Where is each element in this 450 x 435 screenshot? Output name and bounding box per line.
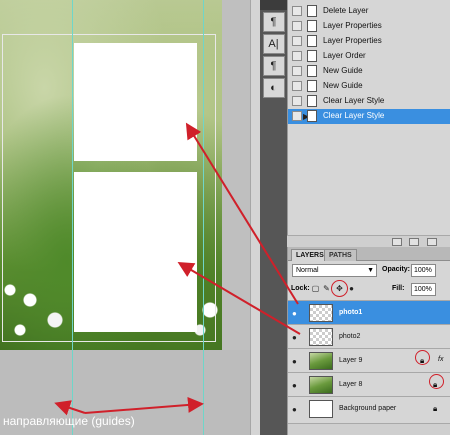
layer-lock-icon: 🔒︎ bbox=[433, 404, 438, 413]
layers-panel: LAYERS PATHS Normal ▼ Opacity: 100% Lock… bbox=[287, 247, 450, 435]
layers-panel-footer bbox=[288, 423, 450, 435]
history-panel: Delete Layer Layer Properties Layer Prop… bbox=[287, 0, 450, 235]
layer-thumbnail bbox=[309, 400, 333, 418]
eye-icon[interactable]: ● bbox=[292, 405, 297, 414]
history-item-label: New Guide bbox=[323, 66, 363, 75]
fill-label: Fill: bbox=[392, 285, 405, 292]
opacity-input[interactable]: 100% bbox=[411, 264, 436, 277]
history-item-label: Clear Layer Style bbox=[323, 111, 385, 120]
photo1-placeholder[interactable] bbox=[74, 43, 197, 161]
layer-row[interactable]: ● Layer 8 🔒︎ bbox=[288, 372, 450, 396]
snapshot-checkbox[interactable] bbox=[292, 21, 302, 31]
history-state-icon bbox=[307, 65, 317, 77]
document-canvas[interactable]: направляющие (guides) bbox=[0, 0, 250, 435]
annotation-circle-lock-position bbox=[331, 280, 348, 297]
history-item-active[interactable]: ▶ Clear Layer Style bbox=[288, 109, 450, 124]
snapshot-checkbox[interactable] bbox=[292, 36, 302, 46]
opacity-label: Opacity: bbox=[382, 266, 411, 273]
eye-icon[interactable]: ● bbox=[292, 309, 297, 318]
snapshot-checkbox[interactable] bbox=[292, 96, 302, 106]
history-item-label: Clear Layer Style bbox=[323, 96, 385, 105]
history-state-icon bbox=[307, 110, 317, 122]
history-item-label: Layer Order bbox=[323, 51, 366, 60]
history-state-icon bbox=[307, 95, 317, 107]
history-item[interactable]: Clear Layer Style bbox=[288, 94, 450, 109]
blend-mode-value: Normal bbox=[296, 267, 319, 274]
history-state-icon bbox=[307, 20, 317, 32]
eye-icon[interactable]: ● bbox=[292, 381, 297, 390]
vertical-scrollbar[interactable] bbox=[250, 0, 260, 435]
history-item-label: Layer Properties bbox=[323, 36, 382, 45]
delete-state-icon[interactable] bbox=[427, 238, 437, 246]
history-item[interactable]: New Guide bbox=[288, 79, 450, 94]
layer-row[interactable]: ● photo1 bbox=[288, 300, 450, 324]
snapshot-checkbox[interactable] bbox=[292, 6, 302, 16]
history-item[interactable]: Layer Order bbox=[288, 49, 450, 64]
history-item[interactable]: Layer Properties bbox=[288, 34, 450, 49]
layer-name: photo2 bbox=[339, 333, 361, 340]
snapshot-checkbox[interactable] bbox=[292, 81, 302, 91]
eye-icon[interactable]: ● bbox=[292, 333, 297, 342]
layer-thumbnail bbox=[309, 352, 333, 370]
photo2-placeholder[interactable] bbox=[74, 172, 197, 332]
history-state-icon bbox=[307, 50, 317, 62]
layer-name: Background paper bbox=[339, 405, 397, 412]
fill-input[interactable]: 100% bbox=[411, 283, 436, 296]
layer-thumbnail bbox=[309, 304, 333, 322]
guides-caption: направляющие (guides) bbox=[3, 414, 135, 428]
history-state-icon bbox=[307, 35, 317, 47]
snapshot-checkbox[interactable] bbox=[292, 66, 302, 76]
guide-line-right[interactable] bbox=[203, 0, 204, 435]
chevron-down-icon: ▼ bbox=[367, 267, 374, 274]
panel-dock-icons: ¶ A| ¶ ◐ bbox=[260, 0, 287, 435]
layer-name: Layer 9 bbox=[339, 357, 363, 364]
eye-icon[interactable]: ● bbox=[292, 357, 297, 366]
annotation-circle-layer9-lock bbox=[415, 350, 430, 365]
snapshot-checkbox[interactable] bbox=[292, 111, 302, 121]
layer-name: photo1 bbox=[339, 309, 363, 316]
history-item-label: New Guide bbox=[323, 81, 363, 90]
fx-icon[interactable]: fx bbox=[438, 356, 443, 363]
lock-label: Lock: bbox=[291, 285, 310, 292]
history-state-icon bbox=[307, 80, 317, 92]
lock-image-pixels-icon[interactable]: ✎ bbox=[322, 284, 331, 293]
history-state-icon bbox=[307, 5, 317, 17]
history-item[interactable]: New Guide bbox=[288, 64, 450, 79]
history-item-label: Layer Properties bbox=[323, 21, 382, 30]
guide-line-left[interactable] bbox=[72, 0, 73, 435]
history-item-label: Delete Layer bbox=[323, 6, 369, 15]
history-item[interactable]: Layer Properties bbox=[288, 19, 450, 34]
new-snapshot-icon[interactable] bbox=[409, 238, 419, 246]
layers-tabbar: LAYERS PATHS bbox=[288, 247, 450, 261]
layer-thumbnail bbox=[309, 328, 333, 346]
brush-icon[interactable]: ◐ bbox=[262, 78, 285, 98]
layer-row[interactable]: ● photo2 bbox=[288, 324, 450, 348]
dock-header bbox=[260, 0, 287, 10]
tab-paths[interactable]: PATHS bbox=[324, 249, 357, 261]
lock-transparency-icon[interactable]: ▢ bbox=[311, 284, 320, 293]
history-item[interactable]: Delete Layer bbox=[288, 4, 450, 19]
layer-name: Layer 8 bbox=[339, 381, 363, 388]
history-footer bbox=[287, 235, 450, 247]
paragraph-style-icon[interactable]: ¶ bbox=[262, 12, 285, 32]
layer-thumbnail bbox=[309, 376, 333, 394]
annotation-circle-layer8-lock bbox=[429, 374, 444, 389]
layer-row[interactable]: ● Background paper 🔒︎ bbox=[288, 396, 450, 420]
character-icon[interactable]: A| bbox=[262, 34, 285, 54]
paragraph-icon[interactable]: ¶ bbox=[262, 56, 285, 76]
lock-all-icon[interactable]: ● bbox=[347, 284, 356, 293]
new-document-from-state-icon[interactable] bbox=[392, 238, 402, 246]
snapshot-checkbox[interactable] bbox=[292, 51, 302, 61]
document-image[interactable] bbox=[0, 0, 222, 350]
blend-mode-select[interactable]: Normal ▼ bbox=[292, 264, 377, 277]
